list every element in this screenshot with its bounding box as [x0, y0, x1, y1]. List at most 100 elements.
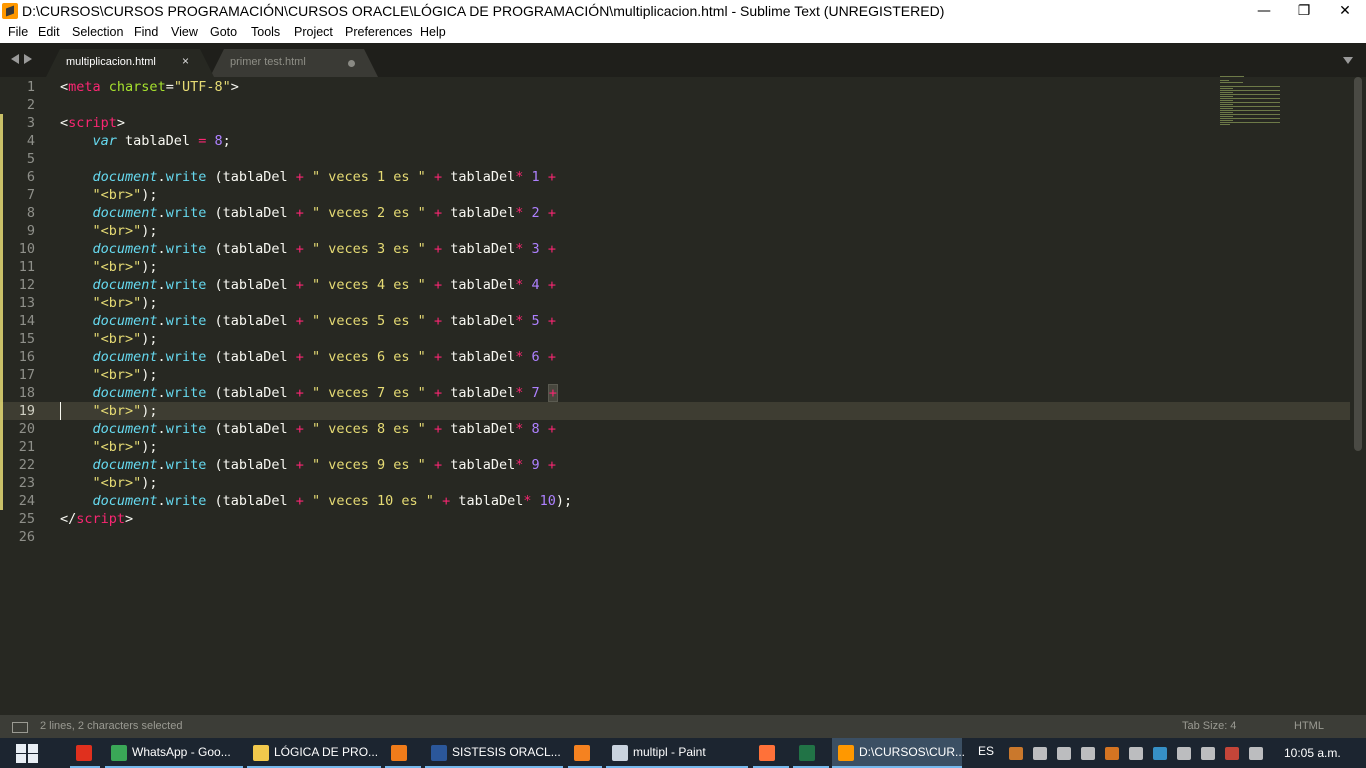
code-line[interactable]: 14 document.write (tablaDel + " veces 5 …: [0, 312, 1350, 330]
close-button[interactable]: ✕: [1322, 0, 1366, 22]
onedrive-icon[interactable]: [1033, 747, 1047, 760]
taskbar-item[interactable]: multipl - Paint: [606, 738, 748, 768]
code-line[interactable]: 21 "<br>");: [0, 438, 1350, 456]
windows-start-icon[interactable]: [16, 744, 38, 763]
vertical-scrollbar[interactable]: [1354, 77, 1362, 451]
code-token: document: [92, 493, 158, 509]
maximize-button[interactable]: ❐: [1281, 0, 1327, 22]
wifi-icon[interactable]: [1201, 747, 1215, 760]
sublime-icon: [838, 745, 854, 761]
code-line[interactable]: 20 document.write (tablaDel + " veces 8 …: [0, 420, 1350, 438]
code-editor[interactable]: 1 <meta charset="UTF-8"> 2 3 <script> 4 var t…: [0, 77, 1366, 715]
tab-multiplicacion[interactable]: multiplicacion.html ×: [46, 49, 214, 77]
code-line[interactable]: 7 "<br>");: [0, 186, 1350, 204]
code-line[interactable]: 4 var tablaDel = 8;: [0, 132, 1350, 150]
taskbar-item-label: WhatsApp - Goo...: [132, 745, 231, 759]
tab-scroll-right-icon[interactable]: [24, 54, 32, 64]
taskbar-item[interactable]: D:\CURSOS\CUR...: [832, 738, 965, 768]
code-line[interactable]: 26: [0, 528, 1350, 546]
code-token: +: [295, 385, 304, 401]
taskbar-item[interactable]: WhatsApp - Goo...: [105, 738, 243, 768]
tab-scroll-left-icon[interactable]: [11, 54, 19, 64]
code-line[interactable]: 24 document.write (tablaDel + " veces 10…: [0, 492, 1350, 510]
tray-app-icon[interactable]: [1009, 747, 1023, 760]
code-line[interactable]: 3 <script>: [0, 114, 1350, 132]
taskbar-item[interactable]: LÓGICA DE PRO...: [247, 738, 381, 768]
code-line[interactable]: 12 document.write (tablaDel + " veces 4 …: [0, 276, 1350, 294]
code-line[interactable]: 22 document.write (tablaDel + " veces 9 …: [0, 456, 1350, 474]
code-line[interactable]: 16 document.write (tablaDel + " veces 6 …: [0, 348, 1350, 366]
code-token: 3: [531, 241, 540, 257]
code-token: +: [547, 421, 556, 437]
device-icon[interactable]: [1057, 747, 1071, 760]
code-line[interactable]: 11 "<br>");: [0, 258, 1350, 276]
menu-goto[interactable]: Goto: [210, 25, 237, 39]
code-token: +: [547, 349, 556, 365]
menu-tools[interactable]: Tools: [251, 25, 280, 39]
code-token: (tablaDel: [206, 349, 296, 365]
line-number: 25: [18, 511, 35, 527]
taskbar-item[interactable]: [793, 738, 829, 768]
code-line[interactable]: 2: [0, 96, 1350, 114]
code-token: <: [60, 79, 69, 95]
taskbar-item[interactable]: [70, 738, 100, 768]
code-line[interactable]: 8 document.write (tablaDel + " veces 2 e…: [0, 204, 1350, 222]
code-line[interactable]: 19 "<br>");: [0, 402, 1350, 420]
menu-edit[interactable]: Edit: [38, 25, 60, 39]
code-token: +: [547, 457, 556, 473]
menu-view[interactable]: View: [171, 25, 198, 39]
tray-app-icon[interactable]: [1225, 747, 1239, 760]
language-indicator[interactable]: ES: [978, 744, 994, 758]
line-number: 10: [18, 241, 35, 257]
code-line[interactable]: 1 <meta charset="UTF-8">: [0, 78, 1350, 96]
code-line[interactable]: 9 "<br>");: [0, 222, 1350, 240]
taskbar-item[interactable]: [753, 738, 789, 768]
code-token: +: [547, 205, 556, 221]
code-line[interactable]: 6 document.write (tablaDel + " veces 1 e…: [0, 168, 1350, 186]
title-bar: D:\CURSOS\CURSOS PROGRAMACIÓN\CURSOS ORA…: [0, 0, 1366, 23]
code-token: +: [433, 421, 443, 437]
minimap-line: [1220, 118, 1280, 119]
code-line[interactable]: 5: [0, 150, 1350, 168]
tab-size-indicator[interactable]: Tab Size: 4: [1182, 720, 1236, 732]
unsaved-dot-icon[interactable]: [348, 60, 355, 67]
taskbar-item[interactable]: [568, 738, 602, 768]
code-line[interactable]: 25 </script>: [0, 510, 1350, 528]
minimap-line: [1220, 90, 1280, 91]
code-line[interactable]: 23 "<br>");: [0, 474, 1350, 492]
flag-icon[interactable]: [1249, 747, 1263, 760]
code-line[interactable]: 10 document.write (tablaDel + " veces 3 …: [0, 240, 1350, 258]
panel-toggle-icon[interactable]: [12, 722, 28, 733]
notification-app-icon[interactable]: [1105, 747, 1119, 760]
minimap-line: [1220, 82, 1243, 83]
taskbar-item[interactable]: SISTESIS ORACL...: [425, 738, 563, 768]
system-clock[interactable]: 10:05 a.m.: [1284, 746, 1341, 760]
menu-project[interactable]: Project: [294, 25, 333, 39]
tab-list-dropdown-icon[interactable]: [1343, 57, 1353, 64]
menu-selection[interactable]: Selection: [72, 25, 123, 39]
bluetooth-icon[interactable]: [1177, 747, 1191, 760]
minimap[interactable]: [1220, 76, 1284, 128]
network-icon[interactable]: [1129, 747, 1143, 760]
code-line[interactable]: 17 "<br>");: [0, 366, 1350, 384]
menu-help[interactable]: Help: [420, 25, 446, 39]
code-token: document: [92, 457, 158, 473]
tray-app-icon[interactable]: [1153, 747, 1167, 760]
tab-primer-test[interactable]: primer test.html: [210, 49, 378, 77]
menu-find[interactable]: Find: [134, 25, 158, 39]
code-line[interactable]: 13 "<br>");: [0, 294, 1350, 312]
code-line[interactable]: 15 "<br>");: [0, 330, 1350, 348]
menu-file[interactable]: File: [8, 25, 28, 39]
code-line[interactable]: 18 document.write (tablaDel + " veces 7 …: [0, 384, 1350, 402]
volume-icon[interactable]: [1081, 747, 1095, 760]
syntax-indicator[interactable]: HTML: [1294, 720, 1324, 732]
close-tab-icon[interactable]: ×: [182, 54, 189, 68]
taskbar-item[interactable]: [385, 738, 421, 768]
menu-preferences[interactable]: Preferences: [345, 25, 412, 39]
